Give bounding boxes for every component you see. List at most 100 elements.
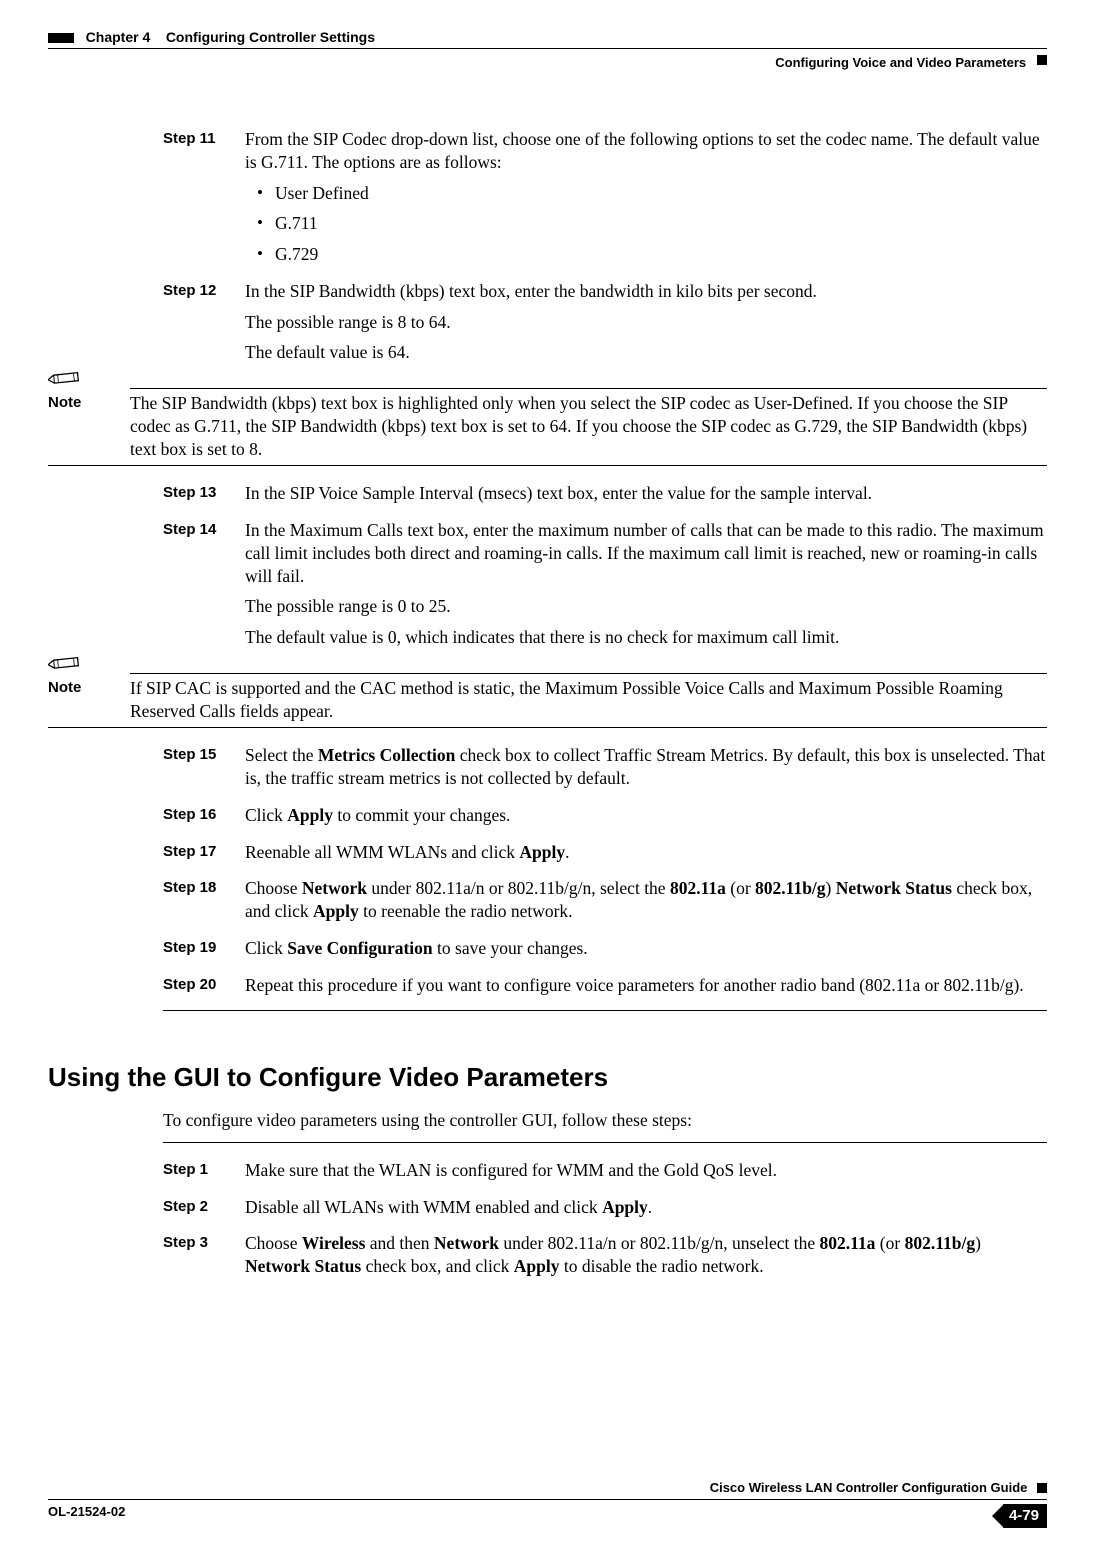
step-text: Repeat this procedure if you want to con… xyxy=(245,974,1047,997)
step-row: Step 18Choose Network under 802.11a/n or… xyxy=(163,877,1047,931)
step-body: From the SIP Codec drop-down list, choos… xyxy=(245,128,1047,274)
step-label: Step 18 xyxy=(163,877,245,931)
step-text: Disable all WLANs with WMM enabled and c… xyxy=(245,1196,1047,1219)
section-heading: Using the GUI to Configure Video Paramet… xyxy=(48,1061,1047,1095)
header-marker-icon xyxy=(48,33,74,43)
note-block-1: Note The SIP Bandwidth (kbps) text box i… xyxy=(48,388,1047,466)
chapter-label: Chapter 4 Configuring Controller Setting… xyxy=(48,28,375,46)
step-text: In the SIP Bandwidth (kbps) text box, en… xyxy=(245,280,1047,303)
intro-rule xyxy=(163,1142,1047,1143)
step-label: Step 1 xyxy=(163,1159,245,1190)
note-text: If SIP CAC is supported and the CAC meth… xyxy=(130,677,1047,723)
step-text: In the SIP Voice Sample Interval (msecs)… xyxy=(245,482,1047,505)
header-right-marker-icon xyxy=(1037,55,1047,65)
step-body: Choose Wireless and then Network under 8… xyxy=(245,1232,1047,1286)
note-body: If SIP CAC is supported and the CAC meth… xyxy=(130,677,1047,723)
step-text: Click Apply to commit your changes. xyxy=(245,804,1047,827)
step-body: Reenable all WMM WLANs and click Apply. xyxy=(245,841,1047,872)
step-row: Step 11From the SIP Codec drop-down list… xyxy=(163,128,1047,274)
bullet-item: G.711 xyxy=(245,212,1047,235)
step-row: Step 20Repeat this procedure if you want… xyxy=(163,974,1047,1005)
step-text: The default value is 64. xyxy=(245,341,1047,364)
step-text: The possible range is 8 to 64. xyxy=(245,311,1047,334)
step-text: Select the Metrics Collection check box … xyxy=(245,744,1047,790)
step-body: Make sure that the WLAN is configured fo… xyxy=(245,1159,1047,1190)
step-body: Disable all WLANs with WMM enabled and c… xyxy=(245,1196,1047,1227)
step-text: Click Save Configuration to save your ch… xyxy=(245,937,1047,960)
step-body: Click Apply to commit your changes. xyxy=(245,804,1047,835)
step-label: Step 16 xyxy=(163,804,245,835)
note-block-2: Note If SIP CAC is supported and the CAC… xyxy=(48,673,1047,729)
note-label: Note xyxy=(48,677,130,723)
step-row: Step 17Reenable all WMM WLANs and click … xyxy=(163,841,1047,872)
steps-group-c: Step 15Select the Metrics Collection che… xyxy=(163,744,1047,1004)
step-label: Step 15 xyxy=(163,744,245,798)
step-label: Step 11 xyxy=(163,128,245,274)
page-footer: Cisco Wireless LAN Controller Configurat… xyxy=(48,1480,1047,1528)
note-label-text: Note xyxy=(48,394,81,411)
step-label: Step 3 xyxy=(163,1232,245,1286)
intro-text: To configure video parameters using the … xyxy=(163,1109,1047,1132)
step-label: Step 13 xyxy=(163,482,245,513)
page-arrow-icon xyxy=(992,1505,1003,1527)
step-text: In the Maximum Calls text box, enter the… xyxy=(245,519,1047,587)
step-label: Step 12 xyxy=(163,280,245,372)
note-rule-top xyxy=(130,388,1047,389)
header-rule xyxy=(48,48,1047,49)
step-body: Repeat this procedure if you want to con… xyxy=(245,974,1047,1005)
step-text: Choose Wireless and then Network under 8… xyxy=(245,1232,1047,1278)
step-row: Step 3Choose Wireless and then Network u… xyxy=(163,1232,1047,1286)
note-rule-top xyxy=(130,673,1047,674)
steps-group-b: Step 13In the SIP Voice Sample Interval … xyxy=(163,482,1047,657)
step-body: Select the Metrics Collection check box … xyxy=(245,744,1047,798)
footer-doc-id: OL-21524-02 xyxy=(48,1504,125,1521)
step-row: Step 16Click Apply to commit your change… xyxy=(163,804,1047,835)
step-label: Step 14 xyxy=(163,519,245,657)
bullet-item: User Defined xyxy=(245,182,1047,205)
pencil-icon xyxy=(47,651,83,674)
page-number-badge: 4-79 xyxy=(992,1504,1047,1529)
steps-end-rule xyxy=(163,1010,1047,1011)
chapter-title: Configuring Controller Settings xyxy=(166,29,375,45)
footer-rule xyxy=(48,1499,1047,1500)
note-rule-bottom xyxy=(48,727,1047,728)
step-label: Step 17 xyxy=(163,841,245,872)
note-label-text: Note xyxy=(48,679,81,696)
step-body: Click Save Configuration to save your ch… xyxy=(245,937,1047,968)
note-body: The SIP Bandwidth (kbps) text box is hig… xyxy=(130,392,1047,460)
step-text: Choose Network under 802.11a/n or 802.11… xyxy=(245,877,1047,923)
section-title: Configuring Voice and Video Parameters xyxy=(775,55,1026,72)
chapter-number: Chapter 4 xyxy=(86,29,151,45)
section-intro: To configure video parameters using the … xyxy=(163,1109,1047,1143)
note-text: The SIP Bandwidth (kbps) text box is hig… xyxy=(130,392,1047,460)
step-body: Choose Network under 802.11a/n or 802.11… xyxy=(245,877,1047,931)
step-row: Step 19Click Save Configuration to save … xyxy=(163,937,1047,968)
bullet-item: G.729 xyxy=(245,243,1047,266)
step-row: Step 12In the SIP Bandwidth (kbps) text … xyxy=(163,280,1047,372)
step-row: Step 14In the Maximum Calls text box, en… xyxy=(163,519,1047,657)
step-text: Make sure that the WLAN is configured fo… xyxy=(245,1159,1047,1182)
step-row: Step 13In the SIP Voice Sample Interval … xyxy=(163,482,1047,513)
step-body: In the SIP Voice Sample Interval (msecs)… xyxy=(245,482,1047,513)
page-number: 4-79 xyxy=(1003,1504,1047,1529)
footer-guide-title: Cisco Wireless LAN Controller Configurat… xyxy=(710,1480,1028,1495)
page-header: Chapter 4 Configuring Controller Setting… xyxy=(48,28,1047,46)
step-body: In the SIP Bandwidth (kbps) text box, en… xyxy=(245,280,1047,372)
step-row: Step 15Select the Metrics Collection che… xyxy=(163,744,1047,798)
bullet-list: User Defined G.711 G.729 xyxy=(245,182,1047,266)
step-text: The possible range is 0 to 25. xyxy=(245,595,1047,618)
step-label: Step 2 xyxy=(163,1196,245,1227)
step-text: From the SIP Codec drop-down list, choos… xyxy=(245,128,1047,174)
step-body: In the Maximum Calls text box, enter the… xyxy=(245,519,1047,657)
step-text: The default value is 0, which indicates … xyxy=(245,626,1047,649)
step-label: Step 20 xyxy=(163,974,245,1005)
pencil-icon xyxy=(47,366,83,389)
steps-group-a: Step 11From the SIP Codec drop-down list… xyxy=(163,128,1047,372)
note-label: Note xyxy=(48,392,130,460)
step-text: Reenable all WMM WLANs and click Apply. xyxy=(245,841,1047,864)
step-row: Step 1Make sure that the WLAN is configu… xyxy=(163,1159,1047,1190)
step-label: Step 19 xyxy=(163,937,245,968)
step-row: Step 2Disable all WLANs with WMM enabled… xyxy=(163,1196,1047,1227)
footer-marker-icon xyxy=(1037,1483,1047,1493)
steps-group-d: Step 1Make sure that the WLAN is configu… xyxy=(163,1159,1047,1286)
